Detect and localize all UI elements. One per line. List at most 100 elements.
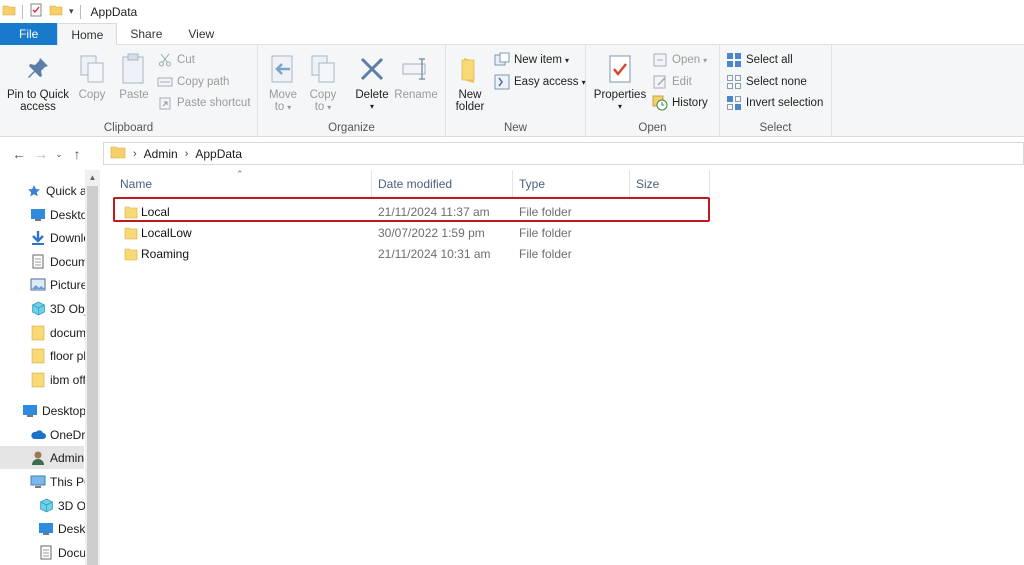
tab-file[interactable]: File — [0, 23, 58, 45]
tab-share[interactable]: Share — [117, 23, 175, 45]
file-row-locallow[interactable]: LocalLow 30/07/2022 1:59 pm File folder — [114, 223, 708, 244]
breadcrumb-admin[interactable]: Admin — [144, 147, 178, 161]
cut-button[interactable]: Cut — [157, 50, 195, 70]
desktop-icon — [22, 403, 38, 419]
properties-icon[interactable] — [29, 3, 43, 20]
new-folder-icon[interactable] — [49, 3, 63, 20]
file-row-roaming[interactable]: Roaming 21/11/2024 10:31 am File folder — [114, 244, 708, 265]
file-type: File folder — [519, 205, 572, 219]
select-group: Select all Select none Invert selection … — [720, 45, 832, 137]
folder-icon — [30, 372, 46, 388]
file-date: 30/07/2022 1:59 pm — [378, 226, 485, 240]
easy-access-icon — [494, 74, 510, 90]
pin-icon — [4, 51, 72, 87]
tab-view[interactable]: View — [175, 23, 227, 45]
tab-home[interactable]: Home — [57, 23, 118, 46]
move-to-button[interactable]: Move to ▾ — [266, 51, 300, 114]
recent-locations-chevron-icon[interactable]: ⌄ — [52, 149, 66, 160]
invert-selection-button[interactable]: Invert selection — [726, 93, 823, 113]
ribbon: Pin to Quick access Copy Paste Cut Copy … — [0, 45, 1024, 137]
open-group: Properties ▾ Open ▾ Edit History Open — [586, 45, 720, 137]
copy-path-icon — [157, 74, 173, 90]
cube-icon — [38, 498, 54, 514]
organize-group-label: Organize — [328, 122, 375, 134]
open-button[interactable]: Open ▾ — [652, 50, 707, 70]
file-type: File folder — [519, 247, 572, 261]
paste-button[interactable]: Paste — [114, 51, 154, 101]
clipboard-icon — [114, 51, 154, 87]
edit-button[interactable]: Edit — [652, 72, 692, 92]
chevron-right-icon[interactable]: › — [185, 148, 189, 160]
clipboard-group-label: Clipboard — [103, 122, 154, 134]
folder-icon — [30, 348, 46, 364]
navigation-bar: ← → ⌄ ↑ › Admin › AppData — [0, 140, 1024, 168]
star-icon — [26, 183, 42, 199]
delete-button[interactable]: Delete ▾ — [354, 51, 390, 113]
rename-icon — [394, 51, 438, 87]
column-header-date-modified[interactable]: Date modified — [372, 170, 513, 197]
copy-button[interactable]: Copy — [74, 51, 110, 101]
copy-icon — [74, 51, 110, 87]
file-name: Roaming — [141, 247, 190, 261]
select-all-button[interactable]: Select all — [726, 50, 793, 70]
chevron-right-icon[interactable]: › — [133, 148, 137, 160]
open-icon — [652, 52, 668, 68]
new-group: New folder New item ▾ Easy access ▾ New — [446, 45, 586, 137]
folder-icon — [124, 247, 138, 264]
copy-to-button[interactable]: Copy to ▾ — [306, 51, 340, 114]
clipboard-group: Pin to Quick access Copy Paste Cut Copy … — [0, 45, 258, 137]
folder-icon — [110, 145, 126, 162]
pin-to-quick-access-button[interactable]: Pin to Quick access — [4, 51, 72, 113]
file-name: Local — [141, 205, 170, 219]
window-title: AppData — [90, 4, 138, 19]
up-arrow-icon[interactable]: ↑ — [66, 146, 88, 162]
user-icon — [30, 450, 46, 466]
cloud-icon — [30, 427, 46, 443]
download-icon — [30, 230, 46, 246]
file-date: 21/11/2024 10:31 am — [378, 247, 491, 261]
scrollbar-thumb[interactable] — [87, 186, 98, 565]
select-group-label: Select — [759, 122, 792, 134]
select-none-button[interactable]: Select none — [726, 72, 807, 92]
copy-path-button[interactable]: Copy path — [157, 72, 229, 92]
properties-button[interactable]: Properties ▾ — [592, 51, 648, 113]
ribbon-tabs: File Home Share View — [0, 23, 1024, 46]
new-item-button[interactable]: New item ▾ — [494, 50, 569, 70]
forward-arrow-icon[interactable]: → — [30, 146, 52, 162]
column-header-size[interactable]: Size — [630, 170, 710, 197]
select-none-icon — [726, 74, 742, 90]
folder-icon — [30, 325, 46, 341]
nav-item-admin[interactable]: Admin — [0, 446, 84, 469]
file-name: LocalLow — [141, 226, 192, 240]
cube-icon — [30, 301, 46, 317]
customize-toolbar-icon[interactable]: ▾ — [69, 6, 74, 17]
file-row-local[interactable]: Local 21/11/2024 11:37 am File folder — [114, 202, 708, 223]
back-arrow-icon[interactable]: ← — [8, 146, 30, 162]
new-group-label: New — [503, 122, 527, 134]
history-button[interactable]: History — [652, 93, 708, 113]
quick-access-toolbar: ▾ — [0, 0, 87, 23]
open-group-label: Open — [638, 122, 667, 134]
column-header-type[interactable]: Type — [513, 170, 630, 197]
breadcrumb-appdata[interactable]: AppData — [195, 147, 242, 161]
paste-shortcut-button[interactable]: Paste shortcut — [157, 93, 251, 113]
file-date: 21/11/2024 11:37 am — [378, 205, 490, 219]
scroll-up-icon[interactable]: ▲ — [85, 170, 100, 186]
folder-icon — [124, 226, 138, 243]
column-header-name[interactable]: Name — [114, 170, 372, 197]
paste-shortcut-icon — [157, 95, 173, 111]
new-folder-button[interactable]: New folder — [452, 51, 488, 113]
address-bar[interactable]: › Admin › AppData — [103, 142, 1024, 165]
properties-icon — [592, 51, 648, 87]
scissors-icon — [157, 52, 173, 68]
desktop-icon — [30, 207, 46, 223]
rename-button[interactable]: Rename — [394, 51, 438, 101]
pictures-icon — [30, 277, 46, 293]
edit-icon — [652, 74, 668, 90]
new-item-icon — [494, 52, 510, 68]
nav-pane-scrollbar[interactable]: ▲ — [85, 170, 100, 565]
copy-to-icon — [306, 51, 340, 87]
organize-group: Move to ▾ Copy to ▾ Delete ▾ Rename Organi… — [258, 45, 446, 137]
easy-access-button[interactable]: Easy access ▾ — [494, 72, 586, 92]
document-icon — [38, 545, 54, 561]
